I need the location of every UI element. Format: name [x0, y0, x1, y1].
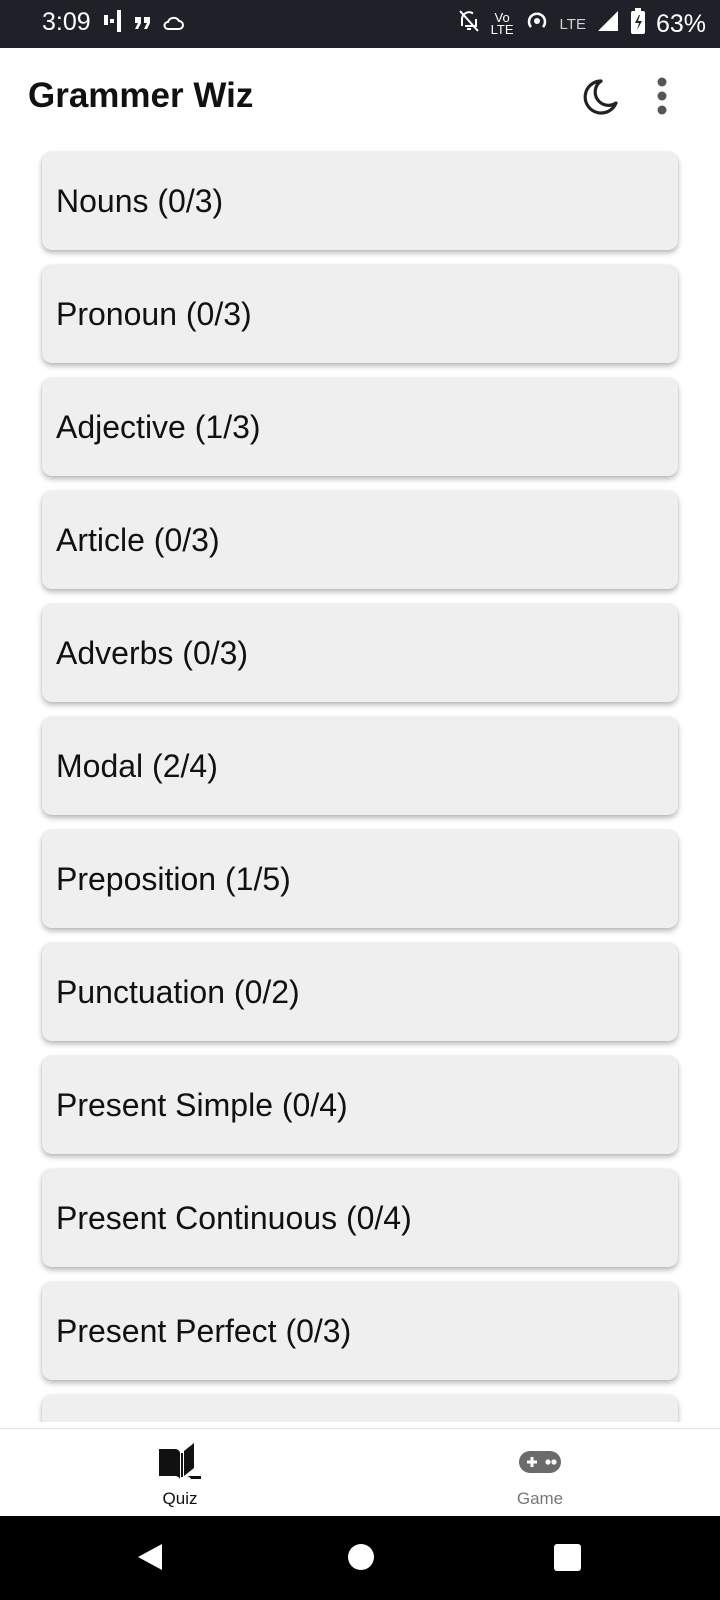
topic-card-modal[interactable]: Modal (2/4) [42, 717, 678, 815]
status-left-icons [102, 9, 184, 40]
topic-label: Punctuation (0/2) [56, 974, 300, 1010]
topic-label: Modal (2/4) [56, 748, 218, 784]
nav-item-quiz[interactable]: Quiz [80, 1429, 280, 1516]
quote-icon [134, 10, 152, 38]
nav-label-quiz: Quiz [162, 1489, 198, 1508]
app-title: Grammer Wiz [28, 76, 254, 115]
topic-card-preposition[interactable]: Preposition (1/5) [42, 830, 678, 928]
topic-label: Present Perfect (0/3) [56, 1313, 352, 1349]
status-bar: 3:09 Vo LTE LTE 63% [0, 0, 720, 48]
topic-label: Nouns (0/3) [56, 183, 224, 219]
app-bar: Grammer Wiz [0, 48, 720, 146]
status-right-icons: Vo LTE LTE 63% [457, 7, 706, 42]
cloud-icon [162, 10, 184, 38]
nav-item-game[interactable]: Game [440, 1429, 640, 1516]
more-vert-icon [644, 77, 680, 126]
moon-icon [574, 79, 624, 126]
topic-label: Present Simple (0/4) [56, 1087, 348, 1123]
home-icon[interactable] [348, 1544, 374, 1570]
volte-bottom: LTE [490, 22, 514, 37]
nav-label-game: Game [516, 1489, 564, 1508]
hotspot-icon [524, 8, 550, 41]
battery-charging-icon [630, 7, 646, 42]
topic-card-punctuation[interactable]: Punctuation (0/2) [42, 943, 678, 1041]
topic-label: Present Continuous (0/4) [56, 1200, 412, 1236]
topic-label: Preposition (1/5) [56, 861, 291, 897]
status-time: 3:09 [42, 8, 91, 36]
topic-label: Pronoun (0/3) [56, 296, 252, 332]
system-navigation-bar [0, 1516, 720, 1600]
topic-card-adverbs[interactable]: Adverbs (0/3) [42, 604, 678, 702]
topic-card-partial[interactable] [42, 1395, 678, 1422]
topic-label: Adjective (1/3) [56, 409, 261, 445]
network-label: LTE [559, 15, 586, 33]
topic-card-adjective[interactable]: Adjective (1/3) [42, 378, 678, 476]
back-icon[interactable] [136, 1542, 164, 1577]
volte-icon: Vo LTE [490, 11, 514, 37]
topic-label: Article (0/3) [56, 522, 220, 558]
gamepad-icon [515, 1443, 565, 1481]
more-options-button[interactable] [644, 72, 680, 122]
topic-card-present-perfect[interactable]: Present Perfect (0/3) [42, 1282, 678, 1380]
bell-off-icon [457, 8, 481, 41]
topic-card-nouns[interactable]: Nouns (0/3) [42, 152, 678, 250]
topic-card-present-simple[interactable]: Present Simple (0/4) [42, 1056, 678, 1154]
dark-mode-button[interactable] [574, 72, 624, 122]
signal-icon [596, 9, 620, 40]
topic-label: Adverbs (0/3) [56, 635, 249, 671]
bottom-navigation: Quiz Game [0, 1428, 720, 1516]
topic-card-present-continuous[interactable]: Present Continuous (0/4) [42, 1169, 678, 1267]
book-icon [155, 1443, 205, 1481]
topic-card-article[interactable]: Article (0/3) [42, 491, 678, 589]
network-activity-icon [102, 9, 124, 40]
recent-apps-icon[interactable] [554, 1544, 581, 1571]
topic-card-pronoun[interactable]: Pronoun (0/3) [42, 265, 678, 363]
topic-list[interactable]: Nouns (0/3) Pronoun (0/3) Adjective (1/3… [0, 146, 720, 1422]
battery-percentage: 63% [655, 9, 706, 38]
